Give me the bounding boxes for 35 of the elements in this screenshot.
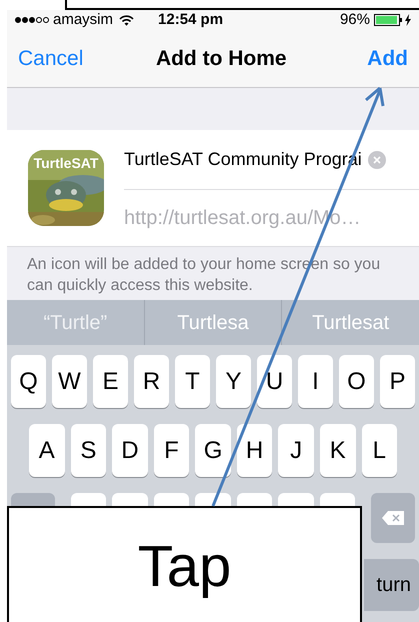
key[interactable]: D bbox=[112, 424, 148, 477]
return-key[interactable]: turn bbox=[364, 559, 419, 611]
key[interactable]: Y bbox=[216, 355, 251, 408]
battery-percent: 96% bbox=[340, 10, 370, 30]
delete-icon bbox=[381, 510, 405, 526]
key[interactable]: E bbox=[93, 355, 128, 408]
key[interactable]: I bbox=[298, 355, 333, 408]
key[interactable]: L bbox=[362, 424, 398, 477]
charging-icon bbox=[405, 14, 411, 26]
shift-key[interactable] bbox=[11, 493, 55, 506]
battery-icon bbox=[374, 14, 402, 26]
carrier-name: amaysim bbox=[53, 10, 114, 30]
key[interactable]: F bbox=[154, 424, 190, 477]
clear-icon[interactable] bbox=[368, 150, 386, 168]
screen-title: Add to Home bbox=[154, 46, 288, 72]
time: 12:54 pm bbox=[158, 10, 224, 30]
delete-key[interactable] bbox=[371, 493, 415, 543]
key[interactable]: S bbox=[70, 424, 106, 477]
icon-label: TurtleSAT bbox=[32, 156, 100, 170]
key[interactable]: P bbox=[380, 355, 415, 408]
key[interactable]: A bbox=[29, 424, 65, 477]
key[interactable]: G bbox=[195, 424, 231, 477]
key[interactable]: W bbox=[52, 355, 87, 408]
signal-icon bbox=[15, 17, 49, 23]
key[interactable]: R bbox=[134, 355, 169, 408]
wifi-icon bbox=[119, 14, 134, 26]
key[interactable]: J bbox=[278, 424, 314, 477]
key[interactable]: H bbox=[236, 424, 272, 477]
key[interactable] bbox=[195, 493, 231, 506]
key[interactable]: T bbox=[175, 355, 210, 408]
tap-label: Tap bbox=[138, 532, 232, 600]
key[interactable]: Q bbox=[11, 355, 46, 408]
key[interactable]: O bbox=[339, 355, 374, 408]
key[interactable]: U bbox=[257, 355, 292, 408]
key[interactable]: K bbox=[320, 424, 356, 477]
